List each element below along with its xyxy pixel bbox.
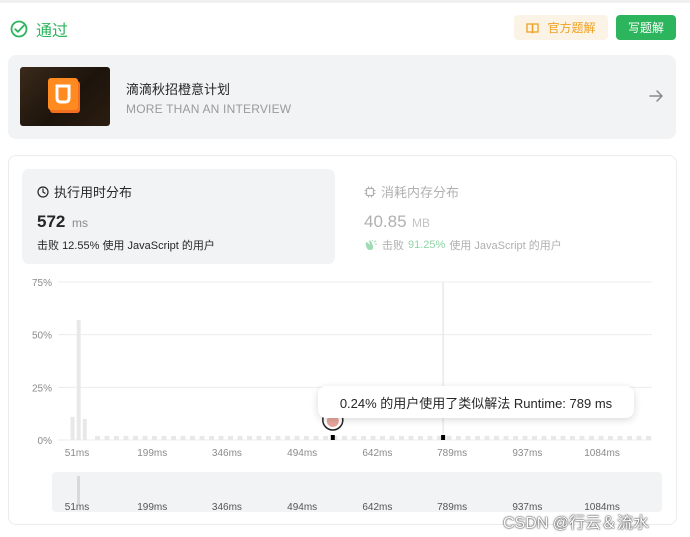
y-tick-label: 50% [32,331,52,342]
chart-tooltip: 0.24% 的用户使用了类似解法 Runtime: 789 ms [318,386,634,418]
x-tick-label: 642ms [362,448,392,459]
baseline-bar [266,436,271,440]
baseline-bar [218,436,224,440]
baseline-bar [199,436,205,440]
x-tick-label: 789ms [437,448,467,459]
baseline-bar [294,436,300,440]
baseline-bar [133,436,138,440]
y-tick-label: 75% [32,278,52,289]
baseline-bar [275,436,281,440]
baseline-bar [475,436,480,440]
baseline-bar [418,436,423,440]
x-tick-label: 51ms [65,448,89,459]
baseline-bar [304,436,309,440]
bar [70,416,75,440]
x-tick-label: 1084ms [584,448,620,459]
baseline-bar [313,436,319,440]
x-tick-label: 494ms [287,448,317,459]
bar [82,418,87,440]
x-tick-label: 199ms [137,448,167,459]
baseline-bar [532,436,537,440]
baseline-bar [456,436,461,440]
baseline-bar [237,436,243,440]
baseline-bar [446,436,452,440]
baseline-bar [551,436,556,440]
baseline-bar [370,436,376,440]
baseline-bar [361,436,366,440]
baseline-bar [494,436,499,440]
baseline-bar [247,436,252,440]
baseline-bar [285,436,290,440]
baseline-bar [627,436,632,440]
baseline-bar [351,436,357,440]
baseline-bar [579,436,585,440]
bar [76,319,81,440]
baseline-bar [171,436,176,440]
baseline-bar [636,436,642,440]
baseline-bar [646,436,651,440]
baseline-bar [152,436,157,440]
baseline-bar [114,436,119,440]
x-tick-label: 346ms [212,448,242,459]
chart-range-scroller[interactable] [52,472,662,512]
baseline-bar [228,436,233,440]
watermark: CSDN @行云＆流水 [503,515,650,532]
baseline-bar [104,436,110,440]
baseline-bar [541,436,547,440]
baseline-bar [180,436,186,440]
baseline-bar [617,436,623,440]
highlight-bar [441,435,446,440]
baseline-bar [589,436,594,440]
baseline-bar [190,436,195,440]
x-tick-label: 937ms [512,448,542,459]
baseline-bar [570,436,575,440]
baseline-bar [427,436,433,440]
baseline-bar [608,436,613,440]
baseline-bar [503,436,509,440]
y-tick-label: 0% [38,436,53,447]
baseline-bar [465,436,471,440]
baseline-bar [209,436,214,440]
baseline-bar [342,436,347,440]
baseline-bar [380,436,385,440]
baseline-bar [95,436,100,440]
baseline-bar [323,436,328,440]
baseline-bar [560,436,566,440]
baseline-bar [408,436,414,440]
runtime-distribution-chart[interactable]: 75% 50% 25% 0% 51ms 199ms 346ms 494ms 642ms 789ms… [0,0,690,537]
baseline-bar [484,436,490,440]
user-runtime-bar [330,435,335,440]
baseline-bar [399,436,404,440]
baseline-bar [389,436,395,440]
baseline-bar [256,436,262,440]
baseline-bar [598,436,604,440]
baseline-bar [142,436,148,440]
baseline-bar [513,436,518,440]
baseline-bar [522,436,528,440]
baseline-bar [123,436,129,440]
y-tick-label: 25% [32,383,52,394]
baseline-bar [161,436,167,440]
